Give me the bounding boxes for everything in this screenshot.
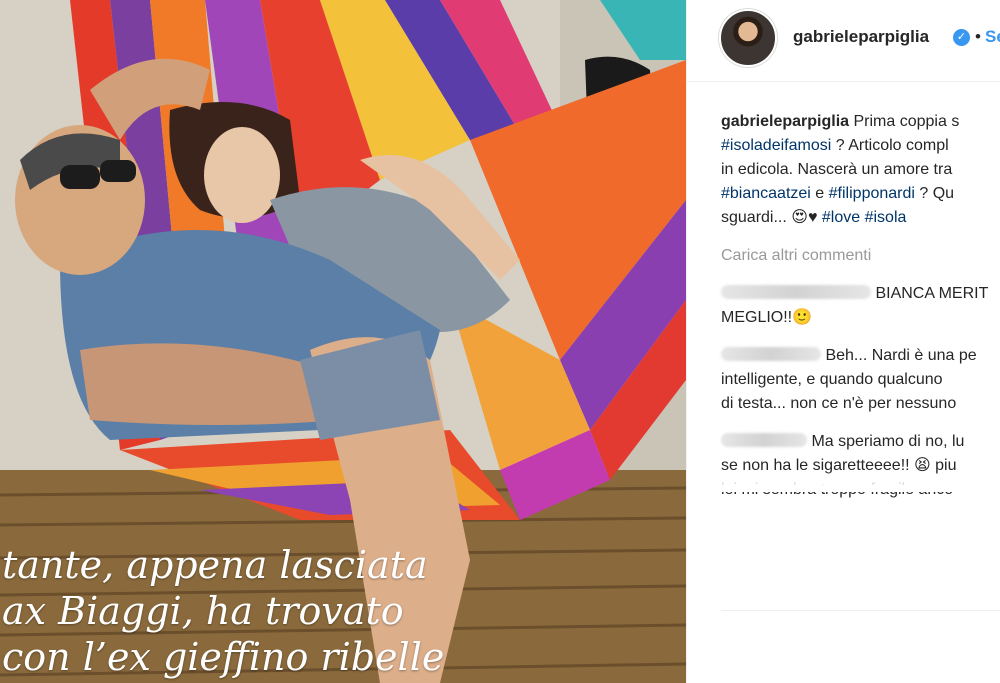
- caption-text: Prima coppia s: [853, 113, 960, 130]
- post-sidebar: gabrieleparpiglia ✓ • Se gabrieleparpigl…: [686, 0, 1000, 683]
- avatar[interactable]: [719, 9, 777, 67]
- caption-author[interactable]: gabrieleparpiglia: [721, 113, 849, 130]
- comment-text: MEGLIO!!🙂: [721, 309, 813, 326]
- comment-text: di testa... non ce n'è per nessuno: [721, 395, 957, 412]
- comment-item: Beh... Nardi è una pe intelligente, e qu…: [721, 344, 1000, 416]
- load-more-comments-button[interactable]: Carica altri commenti: [721, 244, 1000, 268]
- comment-text: Ma speriamo di no, lu: [811, 433, 965, 450]
- caption-text: sguardi... 😍♥: [721, 209, 818, 226]
- photo-caption-line: con l’ex gieffino ribelle: [2, 635, 445, 679]
- caption-text: ? Articolo compl: [835, 137, 949, 154]
- divider: [721, 610, 1000, 611]
- hashtag-link[interactable]: #love: [822, 209, 860, 226]
- hashtag-link[interactable]: #biancaatzei: [721, 185, 811, 202]
- follow-button[interactable]: Se: [985, 27, 1000, 47]
- caption-text: in edicola. Nascerà un amore tra: [721, 161, 953, 178]
- comment-text: intelligente, e quando qualcuno: [721, 371, 943, 388]
- caption-text: e: [815, 185, 825, 202]
- comment-item: BIANCA MERIT MEGLIO!!🙂: [721, 282, 1000, 330]
- blurred-username[interactable]: [721, 285, 871, 299]
- blurred-username[interactable]: [721, 433, 807, 447]
- hashtag-link[interactable]: #isoladeifamosi: [721, 137, 831, 154]
- comment-text: BIANCA MERIT: [875, 285, 989, 302]
- hashtag-link[interactable]: #filipponardi: [829, 185, 915, 202]
- separator-dot: •: [975, 27, 981, 46]
- photo-caption-line: tante, appena lasciata: [2, 543, 428, 587]
- verified-badge-icon: ✓: [953, 29, 970, 46]
- hashtag-link[interactable]: #isola: [865, 209, 907, 226]
- photo-caption-line: ax Biaggi, ha trovato: [2, 589, 404, 633]
- caption-text: ? Qu: [919, 185, 955, 202]
- comment-text: Beh... Nardi è una pe: [825, 347, 977, 364]
- post-caption: gabrieleparpiglia Prima coppia s #isolad…: [721, 110, 1000, 230]
- post-header: gabrieleparpiglia ✓ • Se: [687, 0, 1000, 82]
- comments-fade: [721, 472, 1000, 492]
- comments-section: gabrieleparpiglia Prima coppia s #isolad…: [721, 110, 1000, 502]
- blurred-username[interactable]: [721, 347, 821, 361]
- post-username[interactable]: gabrieleparpiglia: [793, 27, 929, 47]
- post-photo[interactable]: tante, appena lasciata ax Biaggi, ha tro…: [0, 0, 686, 683]
